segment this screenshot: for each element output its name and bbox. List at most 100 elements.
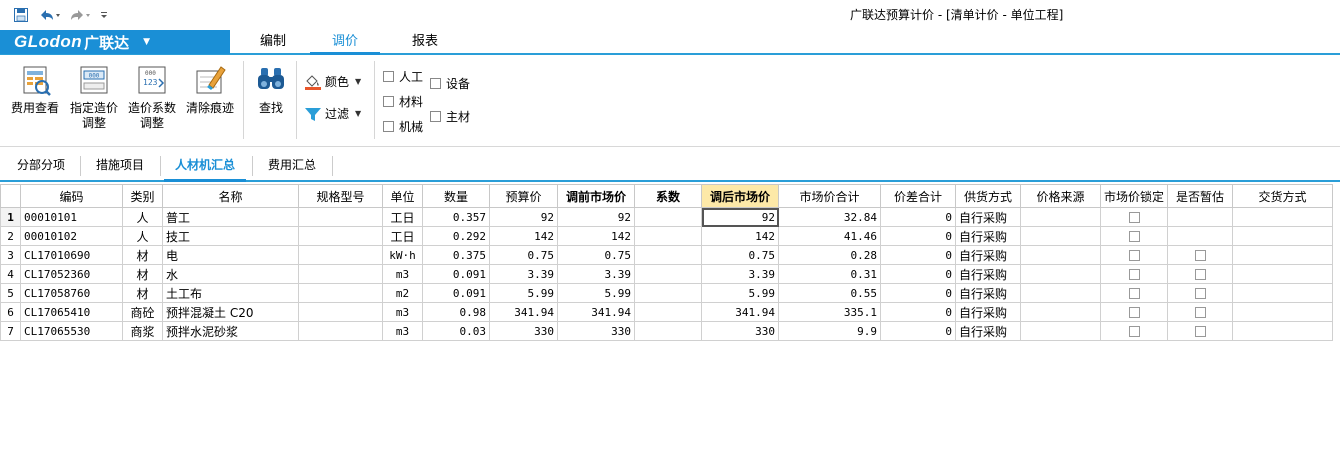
col-header-coefficient[interactable]: 系数 [634, 184, 702, 208]
cell-pre-adjust-price[interactable]: 330 [557, 321, 635, 341]
cell-unit[interactable]: m3 [382, 321, 423, 341]
cell-budget-price[interactable]: 142 [489, 226, 558, 246]
tab-fee-summary[interactable]: 费用汇总 [256, 148, 328, 182]
cell-market-price-lock[interactable] [1100, 226, 1168, 246]
col-header-delivery-method[interactable]: 交货方式 [1232, 184, 1333, 208]
row-number[interactable]: 1 [0, 207, 21, 227]
filter-labor-checkbox[interactable]: 人工 [383, 68, 423, 85]
checkbox[interactable] [1194, 269, 1206, 280]
col-header-provisional[interactable]: 是否暂估 [1167, 184, 1233, 208]
find-button[interactable]: 查找 [250, 63, 292, 116]
cell-name[interactable]: 预拌水泥砂浆 [162, 321, 299, 341]
cell-name[interactable]: 技工 [162, 226, 299, 246]
checkbox[interactable] [383, 121, 394, 132]
cost-coefficient-adjust-button[interactable]: 000 123 造价系数 调整 [124, 63, 180, 131]
cell-provisional[interactable] [1167, 207, 1233, 227]
cell-spec[interactable] [298, 226, 383, 246]
cell-provisional[interactable] [1167, 302, 1233, 322]
checkbox[interactable] [1128, 326, 1140, 337]
col-header-pre-adjust-market-price[interactable]: 调前市场价 [557, 184, 635, 208]
col-header-supply-method[interactable]: 供货方式 [955, 184, 1021, 208]
cell-quantity[interactable]: 0.98 [422, 302, 490, 322]
col-header-quantity[interactable]: 数量 [422, 184, 490, 208]
cell-type[interactable]: 人 [122, 207, 163, 227]
cell-type[interactable]: 人 [122, 226, 163, 246]
cell-type[interactable]: 材 [122, 264, 163, 284]
table-row[interactable]: 5 CL17058760 材土工布 m2 0.091 5.99 5.99 5.99 0.55 0 自… [0, 283, 1333, 303]
cell-provisional[interactable] [1167, 321, 1233, 341]
cell-market-total[interactable]: 0.31 [778, 264, 881, 284]
cell-market-total[interactable]: 9.9 [778, 321, 881, 341]
cell-market-total[interactable]: 41.46 [778, 226, 881, 246]
cell-delivery-method[interactable] [1232, 264, 1333, 284]
filter-main-material-checkbox[interactable]: 主材 [430, 108, 470, 125]
cell-code[interactable]: CL17010690 [20, 245, 123, 265]
cell-provisional[interactable] [1167, 264, 1233, 284]
cell-pre-adjust-price[interactable]: 142 [557, 226, 635, 246]
cell-coefficient[interactable] [634, 264, 702, 284]
checkbox[interactable] [1194, 326, 1206, 337]
cell-market-total[interactable]: 0.28 [778, 245, 881, 265]
col-header-spec[interactable]: 规格型号 [298, 184, 383, 208]
row-number[interactable]: 2 [0, 226, 21, 246]
checkbox[interactable] [1194, 250, 1206, 261]
cell-post-adjust-price[interactable]: 341.94 [701, 302, 779, 322]
cell-provisional[interactable] [1167, 226, 1233, 246]
checkbox[interactable] [383, 71, 394, 82]
cell-spec[interactable] [298, 245, 383, 265]
cell-name[interactable]: 电 [162, 245, 299, 265]
cell-budget-price[interactable]: 92 [489, 207, 558, 227]
tab-sub-items[interactable]: 分部分项 [6, 148, 76, 182]
col-header-code[interactable]: 编码 [20, 184, 123, 208]
tab-edit[interactable]: 编制 [238, 30, 308, 55]
cell-price-diff-total[interactable]: 0 [880, 321, 956, 341]
cell-coefficient[interactable] [634, 321, 702, 341]
cell-code[interactable]: CL17065410 [20, 302, 123, 322]
cell-price-diff-total[interactable]: 0 [880, 245, 956, 265]
cell-unit[interactable]: m3 [382, 302, 423, 322]
cell-name[interactable]: 预拌混凝土 C20 [162, 302, 299, 322]
table-row[interactable]: 6 CL17065410 商砼 预拌混凝土 C20 m3 0.98 341.94 341.94… [0, 302, 1333, 322]
cell-quantity[interactable]: 0.091 [422, 283, 490, 303]
cell-market-total[interactable]: 335.1 [778, 302, 881, 322]
cell-post-adjust-price[interactable]: 330 [701, 321, 779, 341]
cell-delivery-method[interactable] [1232, 302, 1333, 322]
cell-delivery-method[interactable] [1232, 245, 1333, 265]
tab-price-adjust[interactable]: 调价 [310, 30, 380, 55]
cell-type[interactable]: 材 [122, 283, 163, 303]
cell-supply-method[interactable]: 自行采购 [955, 264, 1021, 284]
cell-delivery-method[interactable] [1232, 207, 1333, 227]
filter-material-checkbox[interactable]: 材料 [383, 93, 423, 110]
cell-price-diff-total[interactable]: 0 [880, 207, 956, 227]
cell-price-source[interactable] [1020, 321, 1101, 341]
cell-coefficient[interactable] [634, 245, 702, 265]
cell-post-adjust-price[interactable]: 0.75 [701, 245, 779, 265]
cell-unit[interactable]: 工日 [382, 226, 423, 246]
filter-equipment-checkbox[interactable]: 设备 [430, 75, 470, 92]
cell-price-diff-total[interactable]: 0 [880, 283, 956, 303]
cell-budget-price[interactable]: 5.99 [489, 283, 558, 303]
checkbox[interactable] [383, 96, 394, 107]
cell-spec[interactable] [298, 264, 383, 284]
cell-provisional[interactable] [1167, 245, 1233, 265]
cell-price-source[interactable] [1020, 302, 1101, 322]
cell-name[interactable]: 水 [162, 264, 299, 284]
col-header-price-source[interactable]: 价格来源 [1020, 184, 1101, 208]
cell-spec[interactable] [298, 283, 383, 303]
col-header-name[interactable]: 名称 [162, 184, 299, 208]
cell-type[interactable]: 商浆 [122, 321, 163, 341]
checkbox[interactable] [1128, 212, 1140, 223]
cell-supply-method[interactable]: 自行采购 [955, 245, 1021, 265]
tab-report[interactable]: 报表 [390, 30, 460, 55]
cell-code[interactable]: 00010102 [20, 226, 123, 246]
table-row[interactable]: 7 CL17065530 商浆 预拌水泥砂浆 m3 0.03 330 330 330 9.9 0 自行… [0, 321, 1333, 341]
app-logo-menu[interactable]: GLodon 广联达 ▼ [0, 30, 230, 54]
cell-quantity[interactable]: 0.357 [422, 207, 490, 227]
cell-market-price-lock[interactable] [1100, 207, 1168, 227]
row-number[interactable]: 7 [0, 321, 21, 341]
cell-price-source[interactable] [1020, 283, 1101, 303]
checkbox[interactable] [1194, 307, 1206, 318]
cell-unit[interactable]: m3 [382, 264, 423, 284]
col-header-market-price-lock[interactable]: 市场价锁定 [1100, 184, 1168, 208]
cell-supply-method[interactable]: 自行采购 [955, 302, 1021, 322]
